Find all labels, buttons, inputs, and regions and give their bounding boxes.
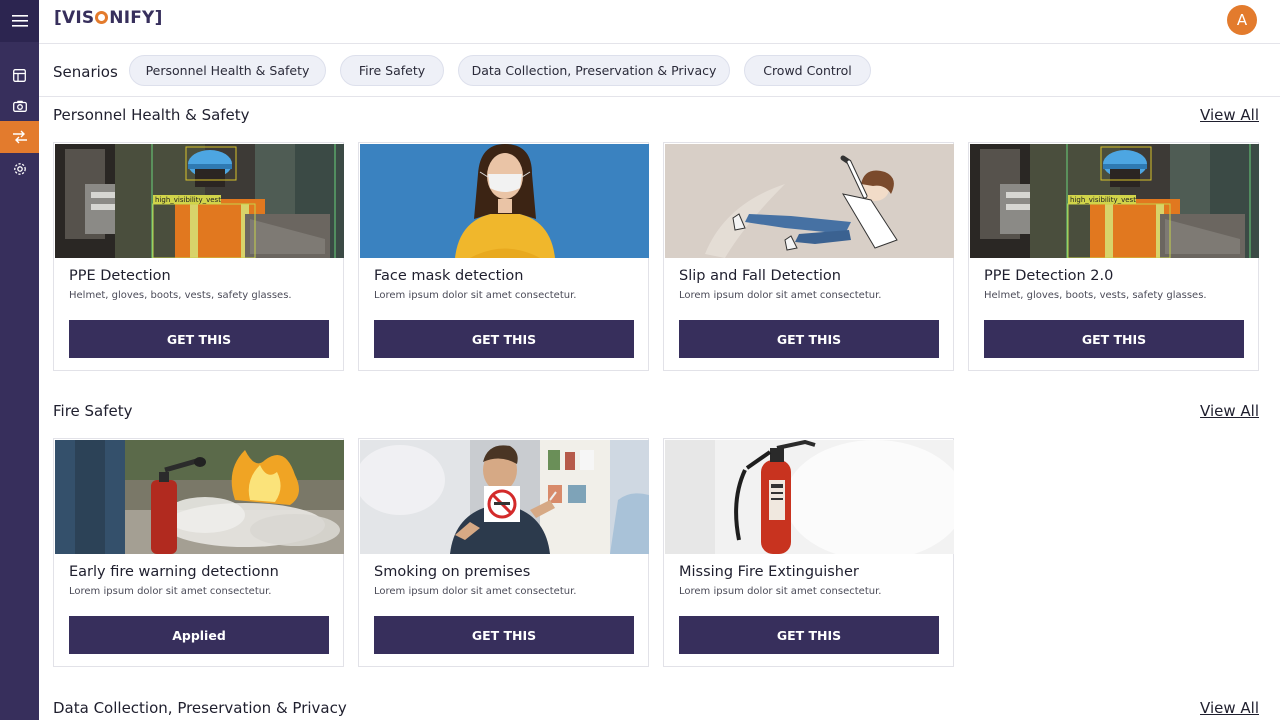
card-title: Smoking on premises <box>374 564 531 580</box>
chip-personnel-health-safety[interactable]: Personnel Health & Safety <box>129 55 326 86</box>
menu-icon[interactable] <box>0 0 39 42</box>
sidebar <box>0 0 39 720</box>
get-this-button[interactable]: GET THIS <box>984 320 1244 358</box>
applied-button[interactable]: Applied <box>69 616 329 654</box>
card-ppe-detection-2: high_visibility_vest PPE Detection 2.0 H… <box>968 142 1259 371</box>
card-ppe-detection: high_visibility_vest PPE Detection Helme… <box>53 142 344 371</box>
dashboard-icon[interactable] <box>0 62 39 88</box>
get-this-button[interactable]: GET THIS <box>374 616 634 654</box>
scenarios-label: Senarios <box>53 63 118 81</box>
section-title-fire-safety: Fire Safety <box>53 402 133 420</box>
chip-crowd-control[interactable]: Crowd Control <box>744 55 871 86</box>
user-avatar[interactable]: A <box>1227 5 1257 35</box>
view-all-fire-safety-link[interactable]: View All <box>1200 402 1259 420</box>
get-this-button[interactable]: GET THIS <box>69 320 329 358</box>
card-title: PPE Detection <box>69 268 171 284</box>
card-title: Face mask detection <box>374 268 524 284</box>
view-all-personnel-link[interactable]: View All <box>1200 106 1259 124</box>
card-description: Lorem ipsum dolor sit amet consectetur. <box>679 290 882 301</box>
scenario-filter-bar: Senarios Personnel Health & Safety Fire … <box>39 44 1280 97</box>
fire-extinguisher-image <box>665 440 954 554</box>
card-title: Missing Fire Extinguisher <box>679 564 859 580</box>
card-title: Slip and Fall Detection <box>679 268 841 284</box>
detection-label: high_visibility_vest <box>1070 196 1136 204</box>
detection-label: high_visibility_vest <box>155 196 221 204</box>
card-description: Lorem ipsum dolor sit amet consectetur. <box>679 586 882 597</box>
card-early-fire-warning: Early fire warning detectionn Lorem ipsu… <box>53 438 344 667</box>
card-missing-fire-extinguisher: Missing Fire Extinguisher Lorem ipsum do… <box>663 438 954 667</box>
card-smoking-on-premises: Smoking on premises Lorem ipsum dolor si… <box>358 438 649 667</box>
section-title-personnel: Personnel Health & Safety <box>53 106 250 124</box>
ppe-worker-image: high_visibility_vest <box>55 144 344 258</box>
card-description: Lorem ipsum dolor sit amet consectetur. <box>374 290 577 301</box>
section-title-data-collection: Data Collection, Preservation & Privacy <box>53 699 347 717</box>
falling-man-illustration <box>665 144 954 258</box>
ppe-worker-image: high_visibility_vest <box>970 144 1259 258</box>
top-header: [VIS NIFY] A <box>39 0 1280 44</box>
get-this-button[interactable]: GET THIS <box>374 320 634 358</box>
card-description: Helmet, gloves, boots, vests, safety gla… <box>69 290 292 301</box>
fire-extinguishing-image <box>55 440 344 554</box>
chip-data-collection[interactable]: Data Collection, Preservation & Privacy <box>458 55 730 86</box>
scenarios-icon[interactable] <box>0 121 39 153</box>
view-all-data-collection-link[interactable]: View All <box>1200 699 1259 717</box>
card-description: Helmet, gloves, boots, vests, safety gla… <box>984 290 1207 301</box>
visionify-logo[interactable]: [VIS NIFY] <box>54 8 163 28</box>
logo-text-right: NIFY] <box>109 8 163 28</box>
settings-icon[interactable] <box>0 155 39 183</box>
card-slip-and-fall-detection: Slip and Fall Detection Lorem ipsum dolo… <box>663 142 954 371</box>
no-smoking-sign-image <box>360 440 649 554</box>
logo-text-left: [VIS <box>54 8 95 28</box>
get-this-button[interactable]: GET THIS <box>679 320 939 358</box>
chip-fire-safety[interactable]: Fire Safety <box>340 55 444 86</box>
masked-woman-image <box>360 144 649 258</box>
camera-icon[interactable] <box>0 93 39 119</box>
get-this-button[interactable]: GET THIS <box>679 616 939 654</box>
card-face-mask-detection: Face mask detection Lorem ipsum dolor si… <box>358 142 649 371</box>
card-title: PPE Detection 2.0 <box>984 268 1114 284</box>
card-description: Lorem ipsum dolor sit amet consectetur. <box>69 586 272 597</box>
logo-eye-icon <box>95 11 109 24</box>
card-description: Lorem ipsum dolor sit amet consectetur. <box>374 586 577 597</box>
card-title: Early fire warning detectionn <box>69 564 279 580</box>
